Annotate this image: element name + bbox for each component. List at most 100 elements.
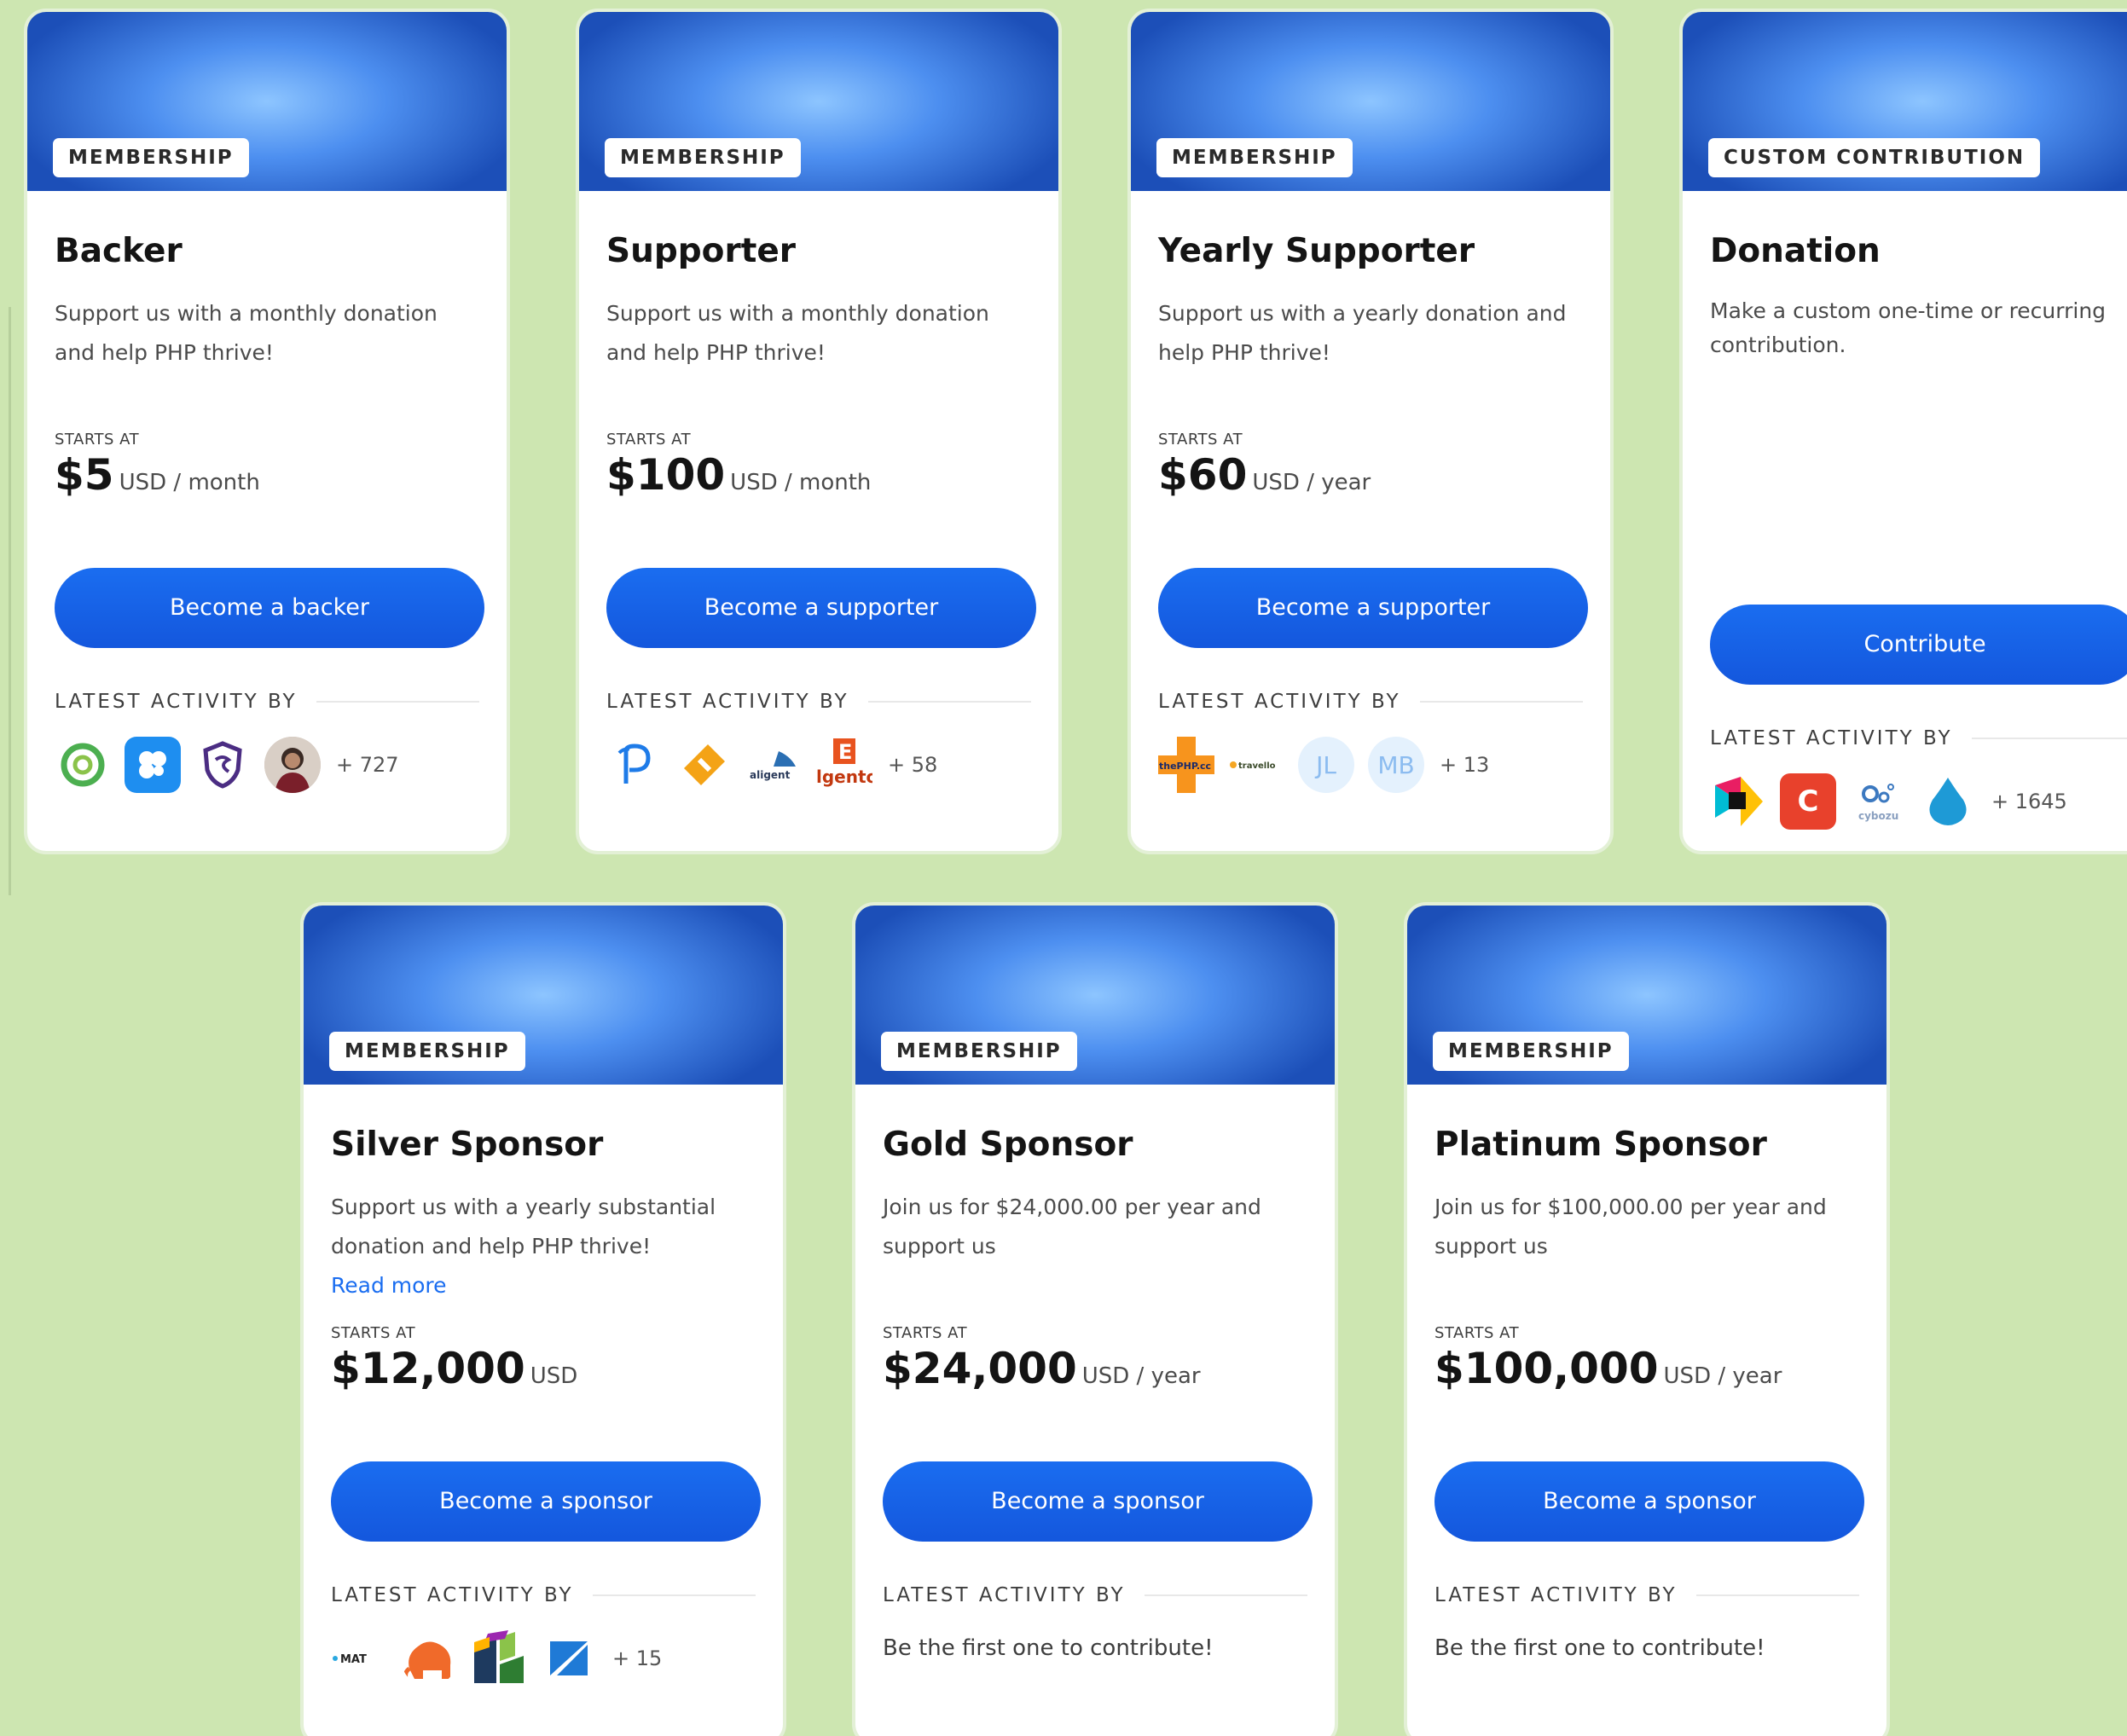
starts-at-label: STARTS AT — [331, 1324, 416, 1342]
card-banner: MEMBERSHIP — [27, 12, 507, 191]
travello-logo-avatar[interactable]: travello — [1228, 737, 1284, 793]
tier-title: Backer — [55, 232, 183, 270]
orange-elephant-logo-avatar[interactable] — [401, 1630, 457, 1687]
tier-type-badge: MEMBERSHIP — [605, 138, 801, 177]
tier-type-badge: MEMBERSHIP — [1433, 1032, 1629, 1071]
more-contributors-count[interactable]: + 727 — [336, 753, 399, 777]
tier-description: Support us with a yearly donation and he… — [1158, 301, 1567, 365]
person-photo-avatar[interactable] — [264, 737, 321, 793]
latest-activity-header: LATEST ACTIVITY BY — [55, 691, 479, 713]
divider — [1695, 1594, 1859, 1596]
thephp-logo-avatar[interactable]: thePHP.cc — [1158, 737, 1214, 793]
latest-activity-header: LATEST ACTIVITY BY — [331, 1584, 756, 1606]
orange-tag-logo-avatar[interactable] — [676, 737, 733, 793]
p-logo-avatar[interactable] — [606, 737, 663, 793]
become-silver-sponsor-button[interactable]: Become a sponsor — [331, 1461, 761, 1542]
svg-text:cybozu: cybozu — [1858, 810, 1898, 822]
tier-price-unit: USD / year — [1081, 1363, 1201, 1389]
cybozu-logo-avatar[interactable]: cybozu — [1850, 773, 1906, 830]
tier-title: Platinum Sponsor — [1434, 1126, 1767, 1164]
zend-logo-avatar[interactable] — [541, 1630, 597, 1687]
empty-activity-message: Be the first one to contribute! — [883, 1635, 1214, 1661]
latest-activity-header: LATEST ACTIVITY BY — [1434, 1584, 1859, 1606]
svg-text:MAT: MAT — [340, 1653, 367, 1666]
tier-card-yearly-supporter: MEMBERSHIP Yearly Supporter Support us w… — [1127, 9, 1614, 854]
divider — [316, 701, 479, 703]
latest-activity-header: LATEST ACTIVITY BY — [883, 1584, 1307, 1606]
jl-initials-avatar[interactable]: JL — [1298, 737, 1354, 793]
more-contributors-count[interactable]: + 58 — [888, 753, 937, 777]
tier-type-badge: MEMBERSHIP — [881, 1032, 1077, 1071]
become-supporter-button[interactable]: Become a supporter — [606, 568, 1036, 648]
tier-description: Support us with a yearly substantial don… — [331, 1195, 716, 1259]
price-line: $5 USD / month — [55, 450, 479, 501]
cybozu-icon: cybozu — [1858, 784, 1898, 822]
elephant-icon — [403, 1641, 451, 1680]
read-more-link[interactable]: Read more — [331, 1266, 756, 1305]
become-yearly-supporter-button[interactable]: Become a supporter — [1158, 568, 1588, 648]
tier-description: Join us for $24,000.00 per year and supp… — [883, 1195, 1261, 1259]
tier-title: Donation — [1710, 232, 1881, 270]
tier-card-donation: CUSTOM CONTRIBUTION Donation Make a cust… — [1679, 9, 2127, 854]
tier-price-unit: USD / month — [119, 470, 260, 495]
latest-activity-label: LATEST ACTIVITY BY — [55, 691, 298, 713]
svg-text:thePHP.cc: thePHP.cc — [1159, 761, 1211, 772]
card-banner: CUSTOM CONTRIBUTION — [1683, 12, 2127, 191]
tier-price-unit: USD / year — [1252, 470, 1371, 495]
green-ring-logo-avatar[interactable] — [55, 737, 111, 793]
aligent-logo-avatar[interactable]: aligent — [746, 737, 803, 793]
svg-text:travello: travello — [1238, 761, 1276, 771]
contribute-button[interactable]: Contribute — [1710, 605, 2127, 685]
price-line: $100,000 USD / year — [1434, 1344, 1859, 1395]
colorful-play-logo-avatar[interactable] — [1710, 773, 1766, 830]
starts-at-label: STARTS AT — [1158, 431, 1243, 448]
mat-icon: MAT — [333, 1653, 367, 1666]
tier-description: Make a custom one-time or recurring cont… — [1710, 298, 2107, 357]
colorful-blocks-logo-avatar[interactable] — [471, 1630, 527, 1687]
price-line: $24,000 USD / year — [883, 1344, 1307, 1395]
water-drop-icon — [1929, 778, 1967, 825]
latest-activity-label: LATEST ACTIVITY BY — [883, 1584, 1126, 1606]
latest-activity-header: LATEST ACTIVITY BY — [1158, 691, 1583, 713]
tier-card-gold-sponsor: MEMBERSHIP Gold Sponsor Join us for $24,… — [852, 902, 1338, 1736]
starts-at-label: STARTS AT — [606, 431, 692, 448]
become-gold-sponsor-button[interactable]: Become a sponsor — [883, 1461, 1313, 1542]
become-platinum-sponsor-button[interactable]: Become a sponsor — [1434, 1461, 1864, 1542]
svg-text:E: E — [838, 740, 852, 764]
contributor-avatars: aligent Elgento + 58 — [606, 735, 1031, 795]
mat-logo-avatar[interactable]: MAT — [331, 1630, 387, 1687]
card-banner: MEMBERSHIP — [1131, 12, 1610, 191]
tier-price-unit: USD / year — [1663, 1363, 1782, 1389]
purple-shield-logo-avatar[interactable] — [194, 737, 251, 793]
magento-logo-avatar[interactable]: Elgento — [816, 737, 872, 793]
p-letter-icon — [617, 744, 651, 784]
red-c-logo-avatar[interactable]: C — [1780, 773, 1836, 830]
more-contributors-count[interactable]: + 1645 — [1991, 790, 2067, 813]
tier-description-block: Support us with a yearly substantial don… — [331, 1188, 756, 1307]
flower-icon — [139, 751, 166, 778]
page-left-divider — [9, 307, 11, 895]
tier-price: $12,000 — [331, 1344, 525, 1393]
tier-price: $24,000 — [883, 1344, 1077, 1393]
tier-price: $5 — [55, 450, 114, 500]
green-ring-icon — [61, 743, 105, 787]
drupal-drop-logo-avatar[interactable] — [1920, 773, 1976, 830]
card-banner: MEMBERSHIP — [855, 906, 1335, 1085]
divider — [867, 701, 1031, 703]
tier-title: Supporter — [606, 232, 797, 270]
tier-card-silver-sponsor: MEMBERSHIP Silver Sponsor Support us wit… — [300, 902, 786, 1736]
latest-activity-label: LATEST ACTIVITY BY — [606, 691, 849, 713]
tier-price: $100 — [606, 450, 726, 500]
mb-initials-avatar[interactable]: MB — [1368, 737, 1424, 793]
become-backer-button[interactable]: Become a backer — [55, 568, 484, 648]
latest-activity-label: LATEST ACTIVITY BY — [1434, 1584, 1678, 1606]
zend-icon — [550, 1641, 588, 1675]
starts-at-label: STARTS AT — [55, 431, 140, 448]
blue-flower-logo-avatar[interactable] — [125, 737, 181, 793]
tier-title: Silver Sponsor — [331, 1126, 604, 1164]
more-contributors-count[interactable]: + 13 — [1440, 753, 1489, 777]
more-contributors-count[interactable]: + 15 — [612, 1646, 662, 1670]
contributor-avatars: + 727 — [55, 735, 479, 795]
divider — [1971, 738, 2127, 739]
tier-card-supporter: MEMBERSHIP Supporter Support us with a m… — [576, 9, 1062, 854]
